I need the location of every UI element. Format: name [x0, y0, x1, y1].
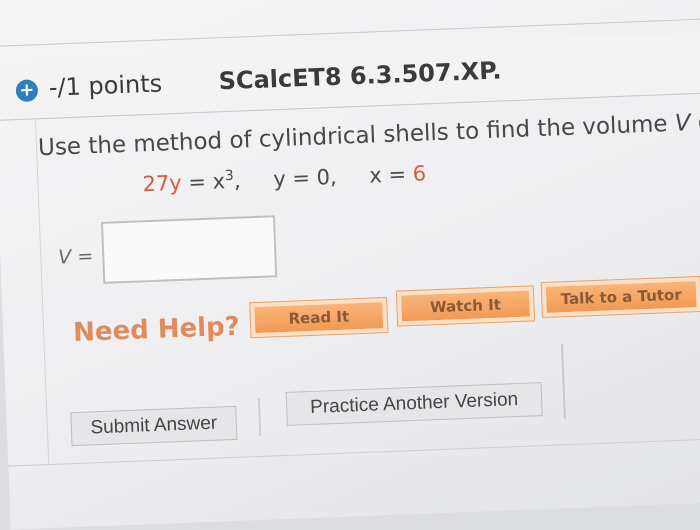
submit-answer-button[interactable]: Submit Answer [70, 405, 238, 447]
button-separator [257, 397, 262, 436]
photographed-screen: + -/1 points SCalcET8 6.3.507.XP. Use th… [0, 0, 700, 530]
read-it-button[interactable]: Read It [249, 296, 389, 339]
equation-3-value: 6 [412, 161, 427, 186]
watch-it-button[interactable]: Watch It [395, 285, 536, 327]
question-prefix: Use the method of cylindrical shells to … [37, 110, 676, 162]
answer-input[interactable] [100, 215, 278, 284]
talk-to-tutor-button[interactable]: Talk to a Tutor [540, 275, 700, 319]
volume-variable: V [57, 246, 72, 269]
equation-1-lhs: 27y [142, 170, 183, 197]
volume-equals: = [70, 245, 94, 269]
question-variable: V [674, 110, 692, 137]
vertical-divider [561, 344, 566, 420]
equation-1-sep: , [233, 168, 242, 193]
volume-label: V = [58, 245, 94, 268]
equation-2: y = 0, [272, 164, 338, 192]
practice-another-version-button[interactable]: Practice Another Version [285, 382, 543, 426]
question-text: Use the method of cylindrical shells to … [38, 109, 700, 161]
points-label: -/1 points [48, 69, 163, 102]
need-help-title: Need Help? [72, 311, 241, 349]
panel-border [34, 118, 50, 465]
equation-1-rhs: = x [181, 169, 226, 195]
equation-3-prefix: x = [368, 161, 414, 188]
equations-line: 27y = x3, y = 0, x = 6 [142, 160, 426, 196]
question-suffix: ge [697, 108, 700, 136]
